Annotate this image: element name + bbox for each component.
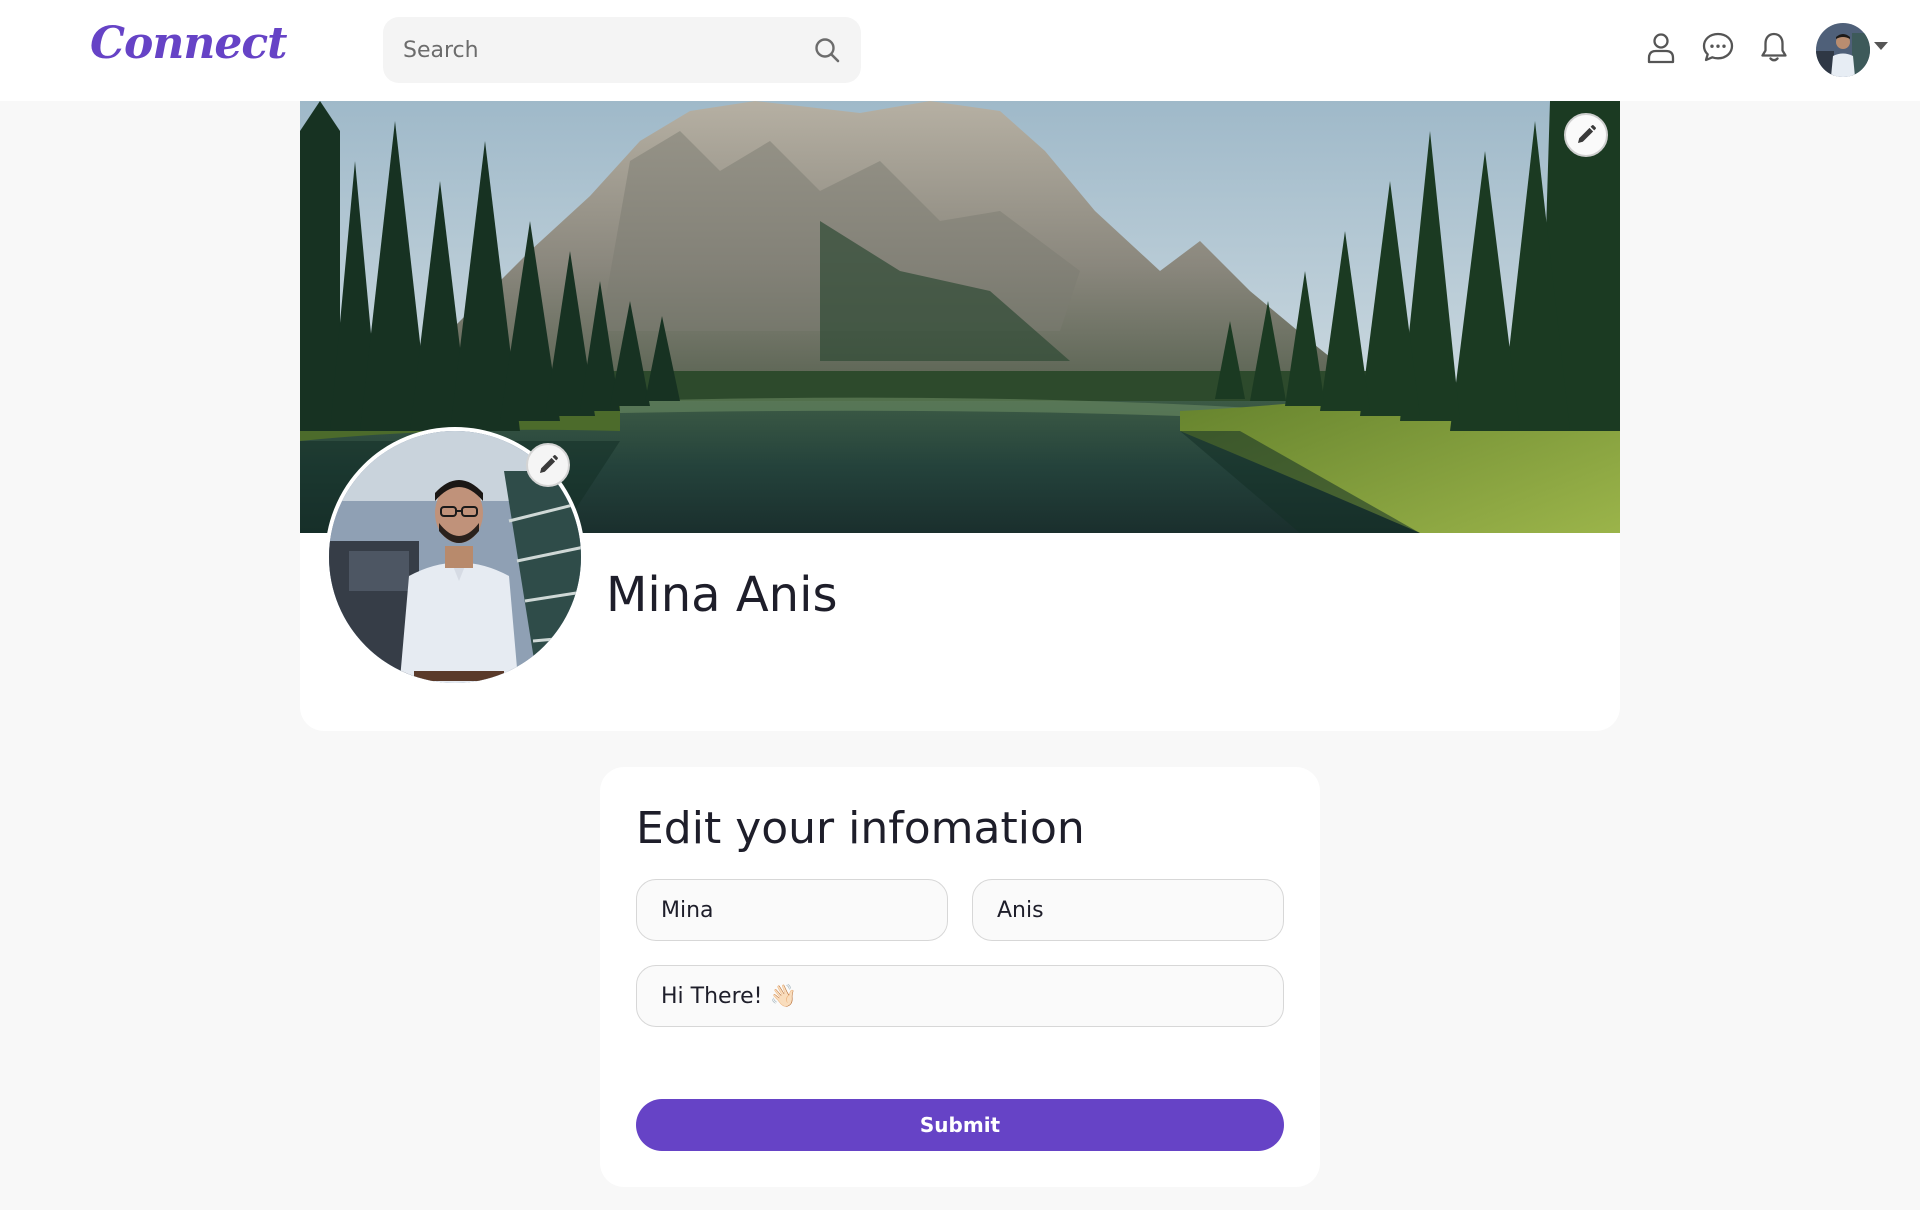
- last-name-field[interactable]: [972, 879, 1284, 941]
- search-bar: [383, 17, 861, 83]
- user-icon[interactable]: [1644, 30, 1678, 64]
- form-title: Edit your infomation: [636, 803, 1085, 854]
- pencil-icon: [1578, 125, 1596, 143]
- edit-avatar-button[interactable]: [526, 443, 570, 487]
- submit-button[interactable]: Submit: [636, 1099, 1284, 1151]
- edit-info-form: Edit your infomation Submit: [600, 767, 1320, 1187]
- first-name-field[interactable]: [636, 879, 948, 941]
- bio-field[interactable]: [636, 965, 1284, 1027]
- pencil-icon: [540, 455, 558, 473]
- search-input[interactable]: [403, 17, 793, 83]
- brand-logo[interactable]: Connect: [90, 18, 287, 69]
- chevron-down-icon[interactable]: [1874, 42, 1888, 50]
- top-navbar: Connect: [0, 0, 1920, 101]
- bell-icon[interactable]: [1757, 30, 1791, 64]
- edit-cover-button[interactable]: [1564, 113, 1608, 157]
- account-avatar[interactable]: [1816, 23, 1870, 77]
- profile-name: Mina Anis: [606, 567, 838, 623]
- profile-card: Mina Anis: [300, 101, 1620, 731]
- search-icon[interactable]: [813, 36, 841, 64]
- chat-icon[interactable]: [1701, 30, 1735, 64]
